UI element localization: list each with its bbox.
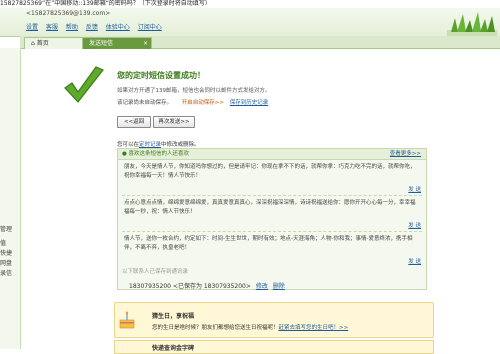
birthday-text: 您的生日是啥时候？朋友们都想给您送生日祝福呢！赶紧去填写您的生日吧！>> <box>152 323 348 331</box>
express-promo-title: 快递查询金字碑 <box>152 345 195 352</box>
record-status: 该记录尚未自动保存。 <box>117 100 173 106</box>
sidebar-item-record[interactable]: 录信 <box>0 268 12 277</box>
record-status-row: 该记录尚未自动保存。 开启自动保存>> 保存到历史记录 <box>117 98 268 106</box>
timer-note: 您可以在定时记录中修改或删除。 <box>117 140 200 148</box>
menu-help[interactable]: 帮助 <box>66 24 78 31</box>
menu-subscribe[interactable]: 订阅中心 <box>138 24 162 31</box>
send-again-button[interactable]: 再次发送>> <box>153 116 195 128</box>
greeting-message: 情人节，送你一枚合约，约定如下：时间-生生世世，期时有效；地点-天涯海角；人物-… <box>124 236 413 251</box>
auto-save-link[interactable]: 开启自动保存>> <box>182 100 224 106</box>
sidebar-item-shortcut[interactable]: 快捷 <box>0 248 12 257</box>
sidebar-item-manage[interactable]: 管理 <box>0 224 12 233</box>
close-tab-icon[interactable]: × <box>143 38 148 49</box>
tab-home[interactable]: ⌂ 首页 <box>24 37 84 49</box>
send-link[interactable]: 发 送 <box>408 257 421 265</box>
sidebar-item-disk[interactable]: 网盘 <box>0 258 12 267</box>
express-promo-box: 快递查询金字碑 <box>114 340 434 354</box>
contact-saved-as: <已保存为 18307935200> <box>172 283 251 290</box>
back-button[interactable]: <<返回 <box>117 116 151 128</box>
success-title: 您的定时短信设置成功！ <box>117 71 205 80</box>
menu-settings[interactable]: 设置 <box>26 24 38 31</box>
contact-number: 18307935200 <box>129 283 171 290</box>
birthday-text-prefix: 您的生日是啥时候？朋友们都想给您送生日祝福呢！ <box>152 325 279 331</box>
delete-contact-link[interactable]: 删除 <box>273 283 285 290</box>
edit-contact-link[interactable]: 修改 <box>256 283 268 290</box>
account-address[interactable]: <15827825369@139.com> <box>26 10 110 17</box>
greeting-header: ● 喜欢这条短信的人还喜欢 查看更多>> <box>118 149 426 160</box>
greeting-message: 朋友，今天是情人节，你知道吗你想过的，但是请牢记：你现在拿不下的话，就帮你拿：巧… <box>124 164 416 179</box>
tab-bar: ⌂ 首页 发送短信 × <box>20 36 500 49</box>
birthday-title: 猜生日，享祝福 <box>152 313 195 320</box>
contacts-saved-note: 以下联系人已保存到通讯录 <box>122 269 189 275</box>
send-link[interactable]: 发 送 <box>408 221 421 229</box>
divider <box>122 195 422 196</box>
top-menu: 设置 客服 帮助 反馈 体验中心 订阅中心 <box>26 22 168 31</box>
cake-icon <box>119 311 135 329</box>
left-sidebar: 管理 值 快捷 网盘 录信 <box>0 48 21 349</box>
menu-feedback[interactable]: 反馈 <box>86 24 98 31</box>
contact-row: 18307935200 <已保存为 18307935200> 修改 删除 <box>129 281 285 290</box>
divider <box>122 231 422 232</box>
save-history-link[interactable]: 保存到历史记录 <box>230 100 269 106</box>
fill-birthday-link[interactable]: 赶紧去填写您的生日吧！>> <box>279 325 349 331</box>
view-more-link[interactable]: 查看更多>> <box>390 149 421 159</box>
mail-header: <15827825369@139.com> 设置 客服 帮助 反馈 体验中心 订… <box>0 8 500 42</box>
menu-experience[interactable]: 体验中心 <box>106 24 130 31</box>
tab-home-label: 首页 <box>36 40 49 47</box>
success-description: 如果对方开通了139邮箱，短信也会同时以邮件方式发给对方。 <box>117 88 271 94</box>
sidebar-item-value[interactable]: 值 <box>0 238 6 247</box>
success-check-icon <box>64 66 104 103</box>
tab-sms-label: 发送短信 <box>89 40 114 47</box>
send-link[interactable]: 发 送 <box>408 185 421 193</box>
birthday-promo-box: 猜生日，享祝福 您的生日是啥时候？朋友们都想给您送生日祝福呢！赶紧去填写您的生日… <box>114 302 434 338</box>
tab-send-sms[interactable]: 发送短信 × <box>82 37 152 49</box>
greeting-title: ● 喜欢这条短信的人还喜欢 <box>122 151 190 157</box>
greeting-message: 点点心意点点情，绵绵爱意绵绵爱，真真爱意真真心，深深祝福深深情，诗诗祝福送给你：… <box>124 200 416 215</box>
menu-service[interactable]: 客服 <box>46 24 58 31</box>
window-title-bar: 15827825369“在”中国移动::139邮箱“的密码吗？（下次登录时将自动… <box>0 0 500 8</box>
